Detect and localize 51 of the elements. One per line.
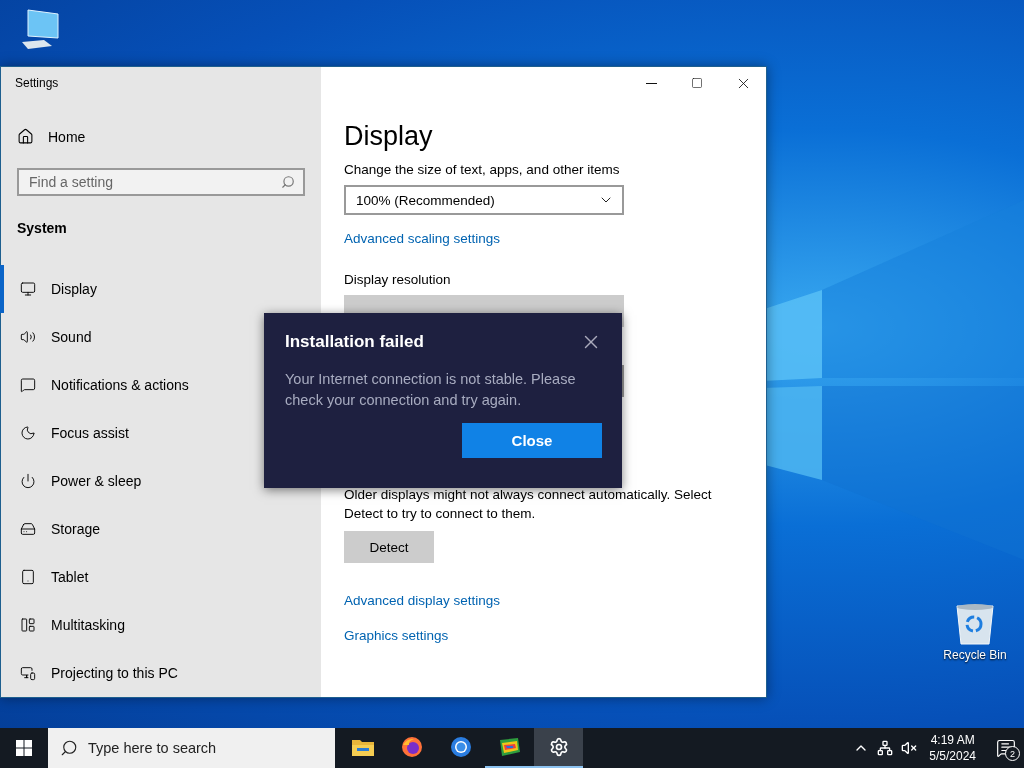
field-label: Display resolution — [344, 272, 451, 287]
monitor-phone-icon — [20, 665, 36, 681]
link[interactable]: Advanced display settings — [344, 593, 501, 608]
monitor-icon — [20, 281, 36, 297]
page-heading: Display — [344, 121, 433, 152]
description-text: Older displays might not always connect automatically. Select Detect to try to connect to them. — [344, 486, 713, 523]
section-title: System — [17, 220, 68, 236]
nav-item[interactable]: Power & sleep — [0, 457, 321, 505]
nav-item[interactable]: Multitasking — [0, 601, 321, 649]
nav-item[interactable]: Storage — [0, 505, 321, 553]
close-button[interactable]: Close — [462, 423, 602, 458]
muted-speaker-icon[interactable] — [901, 740, 918, 756]
link[interactable]: Advanced scaling settings — [344, 231, 501, 246]
network-icon[interactable] — [877, 740, 894, 756]
notification-button[interactable]: 2 — [988, 728, 1024, 768]
panels-icon — [20, 617, 36, 633]
browser-icon — [400, 736, 423, 758]
notification-count: 2 — [1005, 746, 1020, 761]
recycle-bin-icon — [955, 602, 995, 646]
taskbar-app-button[interactable] — [534, 728, 583, 768]
tablet-icon — [20, 569, 36, 585]
layered-stack-icon — [497, 736, 522, 758]
settings-icon — [548, 737, 569, 757]
browser-icon — [449, 736, 472, 758]
nav-item[interactable]: Focus assist — [0, 409, 321, 457]
nav-item[interactable]: Projecting to this PC — [0, 649, 321, 697]
maximize-icon — [691, 77, 703, 89]
desktop-icon-label[interactable]: Recycle Bin — [943, 648, 1007, 662]
moon-icon — [20, 425, 36, 441]
home-icon — [17, 128, 34, 145]
link[interactable]: Graphics settings — [344, 628, 449, 643]
search-icon — [281, 175, 295, 189]
field-label: Change the size of text, apps, and other items — [344, 162, 620, 177]
dialog-message: Your Internet connection is not stable. Please check your connection and try again. — [285, 370, 577, 410]
drive-icon — [20, 521, 36, 537]
folder-icon — [351, 738, 374, 756]
nav-item[interactable]: Tablet — [0, 553, 321, 601]
search-icon — [60, 739, 78, 757]
clock[interactable]: 4:19 AM 5/5/2024 — [929, 732, 976, 764]
detect-button[interactable]: Detect — [344, 531, 434, 563]
taskbar-search-field[interactable]: Type here to search — [48, 728, 335, 768]
speech-bubble-icon — [20, 377, 36, 393]
scale-dropdown[interactable]: 100% (Recommended) — [344, 185, 624, 215]
search-field[interactable]: Find a setting — [17, 168, 305, 196]
speaker-icon — [20, 329, 36, 345]
power-icon — [20, 473, 36, 489]
minimize-icon — [645, 82, 657, 84]
home-link[interactable]: Home — [17, 128, 321, 145]
window-title: Settings — [15, 76, 60, 90]
dialog-title: Installation failed — [285, 332, 424, 352]
windows-logo-icon — [16, 740, 32, 756]
